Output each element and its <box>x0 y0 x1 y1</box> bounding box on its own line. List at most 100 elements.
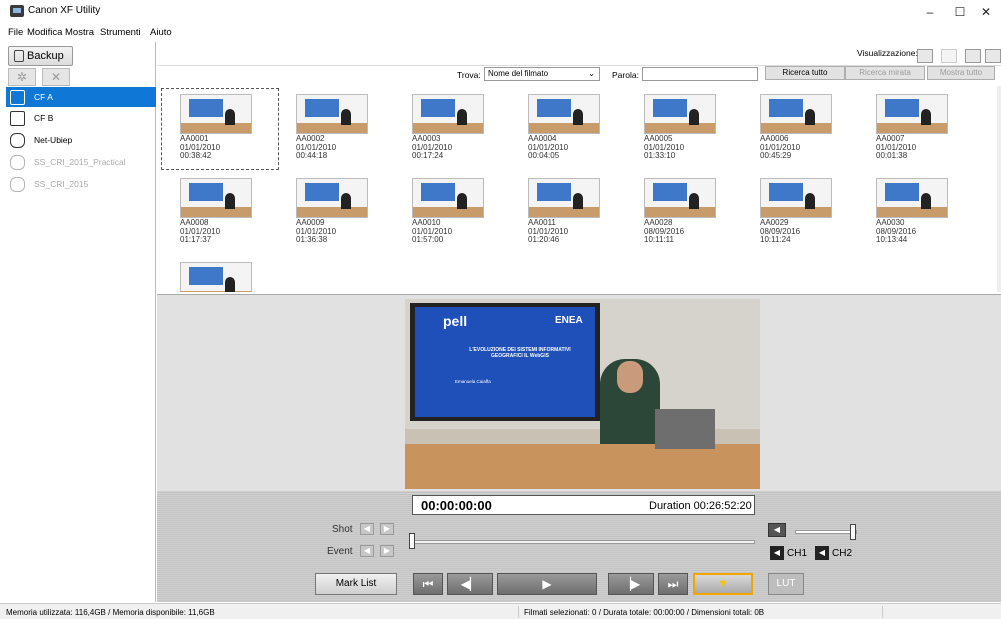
lut-button[interactable]: LUT <box>768 573 804 595</box>
clip-thumbnail[interactable]: AA0003 01/01/2010 00:17:24 <box>394 89 510 169</box>
clip-thumbnail[interactable]: AA0006 01/01/2010 00:45:29 <box>742 89 858 169</box>
clip-thumbnail[interactable]: AA0001 01/01/2010 00:38:42 <box>161 88 279 170</box>
clip-thumbnail[interactable]: AA0008 01/01/2010 01:17:37 <box>162 173 278 253</box>
clip-duration: 00:17:24 <box>412 151 444 160</box>
search-all-button[interactable]: Ricerca tutto <box>765 66 845 80</box>
shot-label: Shot <box>332 524 353 535</box>
speaker-icon[interactable]: ◀ <box>768 523 786 537</box>
step-back-icon[interactable]: ◀▏ <box>447 573 493 595</box>
find-select-value: Nome del filmato <box>488 69 549 78</box>
find-select[interactable]: Nome del filmato ⌄ <box>484 67 600 81</box>
menu-mostra[interactable]: Mostra <box>65 27 94 38</box>
clip-caption: AA0009 01/01/2010 01:36:38 <box>296 218 336 245</box>
view-list-icon[interactable] <box>985 49 1001 63</box>
clip-duration: 00:01:38 <box>876 151 908 160</box>
menu-modifica[interactable]: Modifica <box>27 27 62 38</box>
prev-event-button[interactable]: ◀ <box>360 545 374 557</box>
clip-preview-image <box>412 94 484 134</box>
menu-aiuto[interactable]: Aiuto <box>150 27 172 38</box>
delete-icon[interactable]: ✕ <box>42 68 70 86</box>
clip-duration: 01:57:00 <box>412 235 444 244</box>
drive-label: Net-Ubiep <box>34 135 73 145</box>
settings-icon[interactable]: ✲ <box>8 68 36 86</box>
next-shot-button[interactable]: ▶ <box>380 523 394 535</box>
drive-label: CF B <box>34 113 54 123</box>
clip-preview-image <box>180 94 252 134</box>
next-event-button[interactable]: ▶ <box>380 545 394 557</box>
grid-scrollbar[interactable] <box>997 86 1001 292</box>
word-input[interactable] <box>642 67 758 81</box>
drive-ss-cri-2015-practical[interactable]: SS_CRI_2015_Practical <box>6 152 156 172</box>
clip-preview-image <box>644 178 716 218</box>
clip-thumbnail[interactable]: AA0007 01/01/2010 00:01:38 <box>858 89 974 169</box>
clip-thumbnail[interactable]: AA0009 01/01/2010 01:36:38 <box>278 173 394 253</box>
minimize-button[interactable]: – <box>920 4 940 20</box>
video-desk <box>405 444 760 489</box>
maximize-button[interactable]: ☐ <box>950 4 970 20</box>
clip-caption: AA0003 01/01/2010 00:17:24 <box>412 134 452 161</box>
drive-ss-cri-2015[interactable]: SS_CRI_2015 <box>6 174 156 194</box>
ch1-label: CH1 <box>787 548 808 559</box>
status-divider <box>882 606 883 618</box>
clip-duration: 10:11:24 <box>760 235 791 244</box>
drive-net-ubiep[interactable]: Net-Ubiep <box>6 130 156 150</box>
clip-thumbnail[interactable]: AA0010 01/01/2010 01:57:00 <box>394 173 510 253</box>
clip-thumbnail[interactable]: AA0028 08/09/2016 10:11:11 <box>626 173 742 253</box>
clip-preview-image <box>528 94 600 134</box>
timeline-handle[interactable] <box>409 533 415 549</box>
volume-handle[interactable] <box>850 524 856 540</box>
clip-thumbnail[interactable]: AA0002 01/01/2010 00:44:18 <box>278 89 394 169</box>
prev-shot-button[interactable]: ◀ <box>360 523 374 535</box>
clip-preview-image <box>180 178 252 218</box>
clip-caption: AA0011 01/01/2010 01:20:46 <box>528 218 568 245</box>
video-preview: pell ENEA L'EVOLUZIONE DEI SISTEMI INFOR… <box>405 299 760 489</box>
clip-caption: AA0002 01/01/2010 00:44:18 <box>296 134 336 161</box>
clip-caption: AA0001 01/01/2010 00:38:42 <box>180 134 220 161</box>
clip-thumbnail[interactable]: AA0030 08/09/2016 10:13:44 <box>858 173 974 253</box>
status-bar: Memoria utilizzata: 116,4GB / Memoria di… <box>0 603 1001 619</box>
card-icon <box>10 111 25 126</box>
view-large-icons-icon[interactable] <box>917 49 933 63</box>
backup-button[interactable]: Backup <box>8 46 73 66</box>
card-icon <box>10 90 25 105</box>
timeline-scrubber[interactable] <box>412 540 755 544</box>
view-small-icons-icon[interactable] <box>941 49 957 63</box>
clip-caption: AA0004 01/01/2010 00:04:05 <box>528 134 568 161</box>
drive-label: CF A <box>34 92 53 102</box>
selection-status: Filmati selezionati: 0 / Durata totale: … <box>524 608 765 617</box>
timecode: 00:00:00:00 <box>421 498 492 513</box>
clip-caption: AA0029 08/09/2016 10:11:24 <box>760 218 800 245</box>
database-icon <box>10 133 25 148</box>
clip-thumbnail[interactable]: AA0005 01/01/2010 01:33:10 <box>626 89 742 169</box>
clip-caption: AA0010 01/01/2010 01:57:00 <box>412 218 452 245</box>
volume-slider[interactable] <box>795 530 857 534</box>
clip-thumbnail[interactable]: AA0029 08/09/2016 10:11:24 <box>742 173 858 253</box>
add-mark-icon[interactable]: ▼ <box>693 573 753 595</box>
clip-thumbnail[interactable]: AA0004 01/01/2010 00:04:05 <box>510 89 626 169</box>
play-icon[interactable]: ▶ <box>497 573 597 595</box>
clip-preview-image <box>528 178 600 218</box>
drive-cf-b[interactable]: CF B <box>6 108 156 128</box>
show-all-button[interactable]: Mostra tutto <box>927 66 995 80</box>
clip-duration: 00:38:42 <box>180 151 212 160</box>
slide-title: L'EVOLUZIONE DEI SISTEMI INFORMATIVI GEO… <box>469 347 571 359</box>
backup-label: Backup <box>27 50 64 62</box>
clip-toolbar: Visualizzazione: Trova: Nome del filmato… <box>157 42 1001 81</box>
step-forward-icon[interactable]: ▕▶ <box>608 573 654 595</box>
ch2-toggle[interactable]: ◀ <box>815 546 829 560</box>
clip-duration: 00:45:29 <box>760 151 792 160</box>
clip-caption: AA0006 01/01/2010 00:45:29 <box>760 134 800 161</box>
close-button[interactable]: ✕ <box>976 4 996 20</box>
drive-cf-a[interactable]: CF A <box>6 87 156 107</box>
menu-strumenti[interactable]: Strumenti <box>100 27 141 38</box>
skip-end-icon[interactable]: ⏭ <box>658 573 688 595</box>
skip-start-icon[interactable]: ⏮ <box>413 573 443 595</box>
menu-file[interactable]: File <box>8 27 23 38</box>
ch1-toggle[interactable]: ◀ <box>770 546 784 560</box>
clip-thumbnail[interactable]: AA0011 01/01/2010 01:20:46 <box>510 173 626 253</box>
search-filtered-button[interactable]: Ricerca mirata <box>845 66 925 80</box>
video-slide: pell ENEA L'EVOLUZIONE DEI SISTEMI INFOR… <box>415 307 595 417</box>
clip-thumbnail[interactable] <box>162 257 278 292</box>
view-details-icon[interactable] <box>965 49 981 63</box>
mark-list-button[interactable]: Mark List <box>315 573 397 595</box>
